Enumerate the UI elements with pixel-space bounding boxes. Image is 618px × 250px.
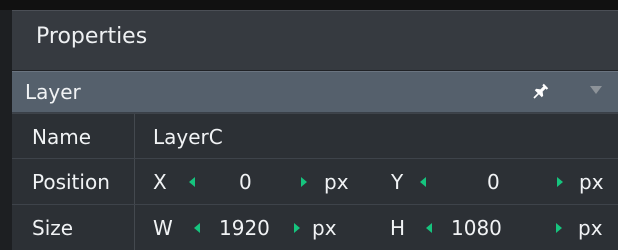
w-increment-icon[interactable] bbox=[294, 223, 300, 233]
layer-section-header[interactable]: Layer bbox=[12, 71, 618, 113]
x-decrement-icon[interactable] bbox=[189, 177, 195, 187]
position-row: Position X 0 px Y 0 px bbox=[12, 158, 618, 204]
x-label: X bbox=[153, 170, 167, 194]
x-increment-icon[interactable] bbox=[301, 177, 307, 187]
properties-panel: Properties Layer Name LayerC Position X … bbox=[0, 0, 618, 250]
panel-title: Properties bbox=[36, 24, 148, 49]
size-label: Size bbox=[32, 216, 74, 240]
section-title: Layer bbox=[25, 80, 81, 104]
top-strip bbox=[0, 0, 618, 10]
chevron-down-icon[interactable] bbox=[590, 86, 602, 94]
name-label-cell: Name bbox=[12, 114, 135, 158]
position-label: Position bbox=[32, 170, 110, 194]
h-decrement-icon[interactable] bbox=[426, 223, 432, 233]
y-value[interactable]: 0 bbox=[487, 170, 500, 194]
name-row: Name LayerC bbox=[12, 113, 618, 158]
size-label-cell: Size bbox=[12, 205, 135, 250]
h-increment-icon[interactable] bbox=[556, 223, 562, 233]
size-row: Size W 1920 px H 1080 px bbox=[12, 204, 618, 250]
pin-icon[interactable] bbox=[532, 82, 550, 100]
y-increment-icon[interactable] bbox=[557, 177, 563, 187]
layer-name-field[interactable]: LayerC bbox=[153, 125, 223, 149]
w-decrement-icon[interactable] bbox=[194, 223, 200, 233]
h-label: H bbox=[390, 216, 406, 240]
w-unit: px bbox=[312, 216, 337, 240]
h-unit: px bbox=[578, 216, 603, 240]
name-label: Name bbox=[32, 125, 92, 149]
w-label: W bbox=[153, 216, 173, 240]
left-edge bbox=[0, 10, 12, 250]
y-label: Y bbox=[391, 170, 404, 194]
panel-header: Properties bbox=[12, 10, 618, 71]
x-unit: px bbox=[324, 170, 349, 194]
position-label-cell: Position bbox=[12, 159, 135, 204]
h-value[interactable]: 1080 bbox=[451, 216, 502, 240]
y-unit: px bbox=[579, 170, 604, 194]
x-value[interactable]: 0 bbox=[239, 170, 252, 194]
y-decrement-icon[interactable] bbox=[420, 177, 426, 187]
w-value[interactable]: 1920 bbox=[219, 216, 270, 240]
